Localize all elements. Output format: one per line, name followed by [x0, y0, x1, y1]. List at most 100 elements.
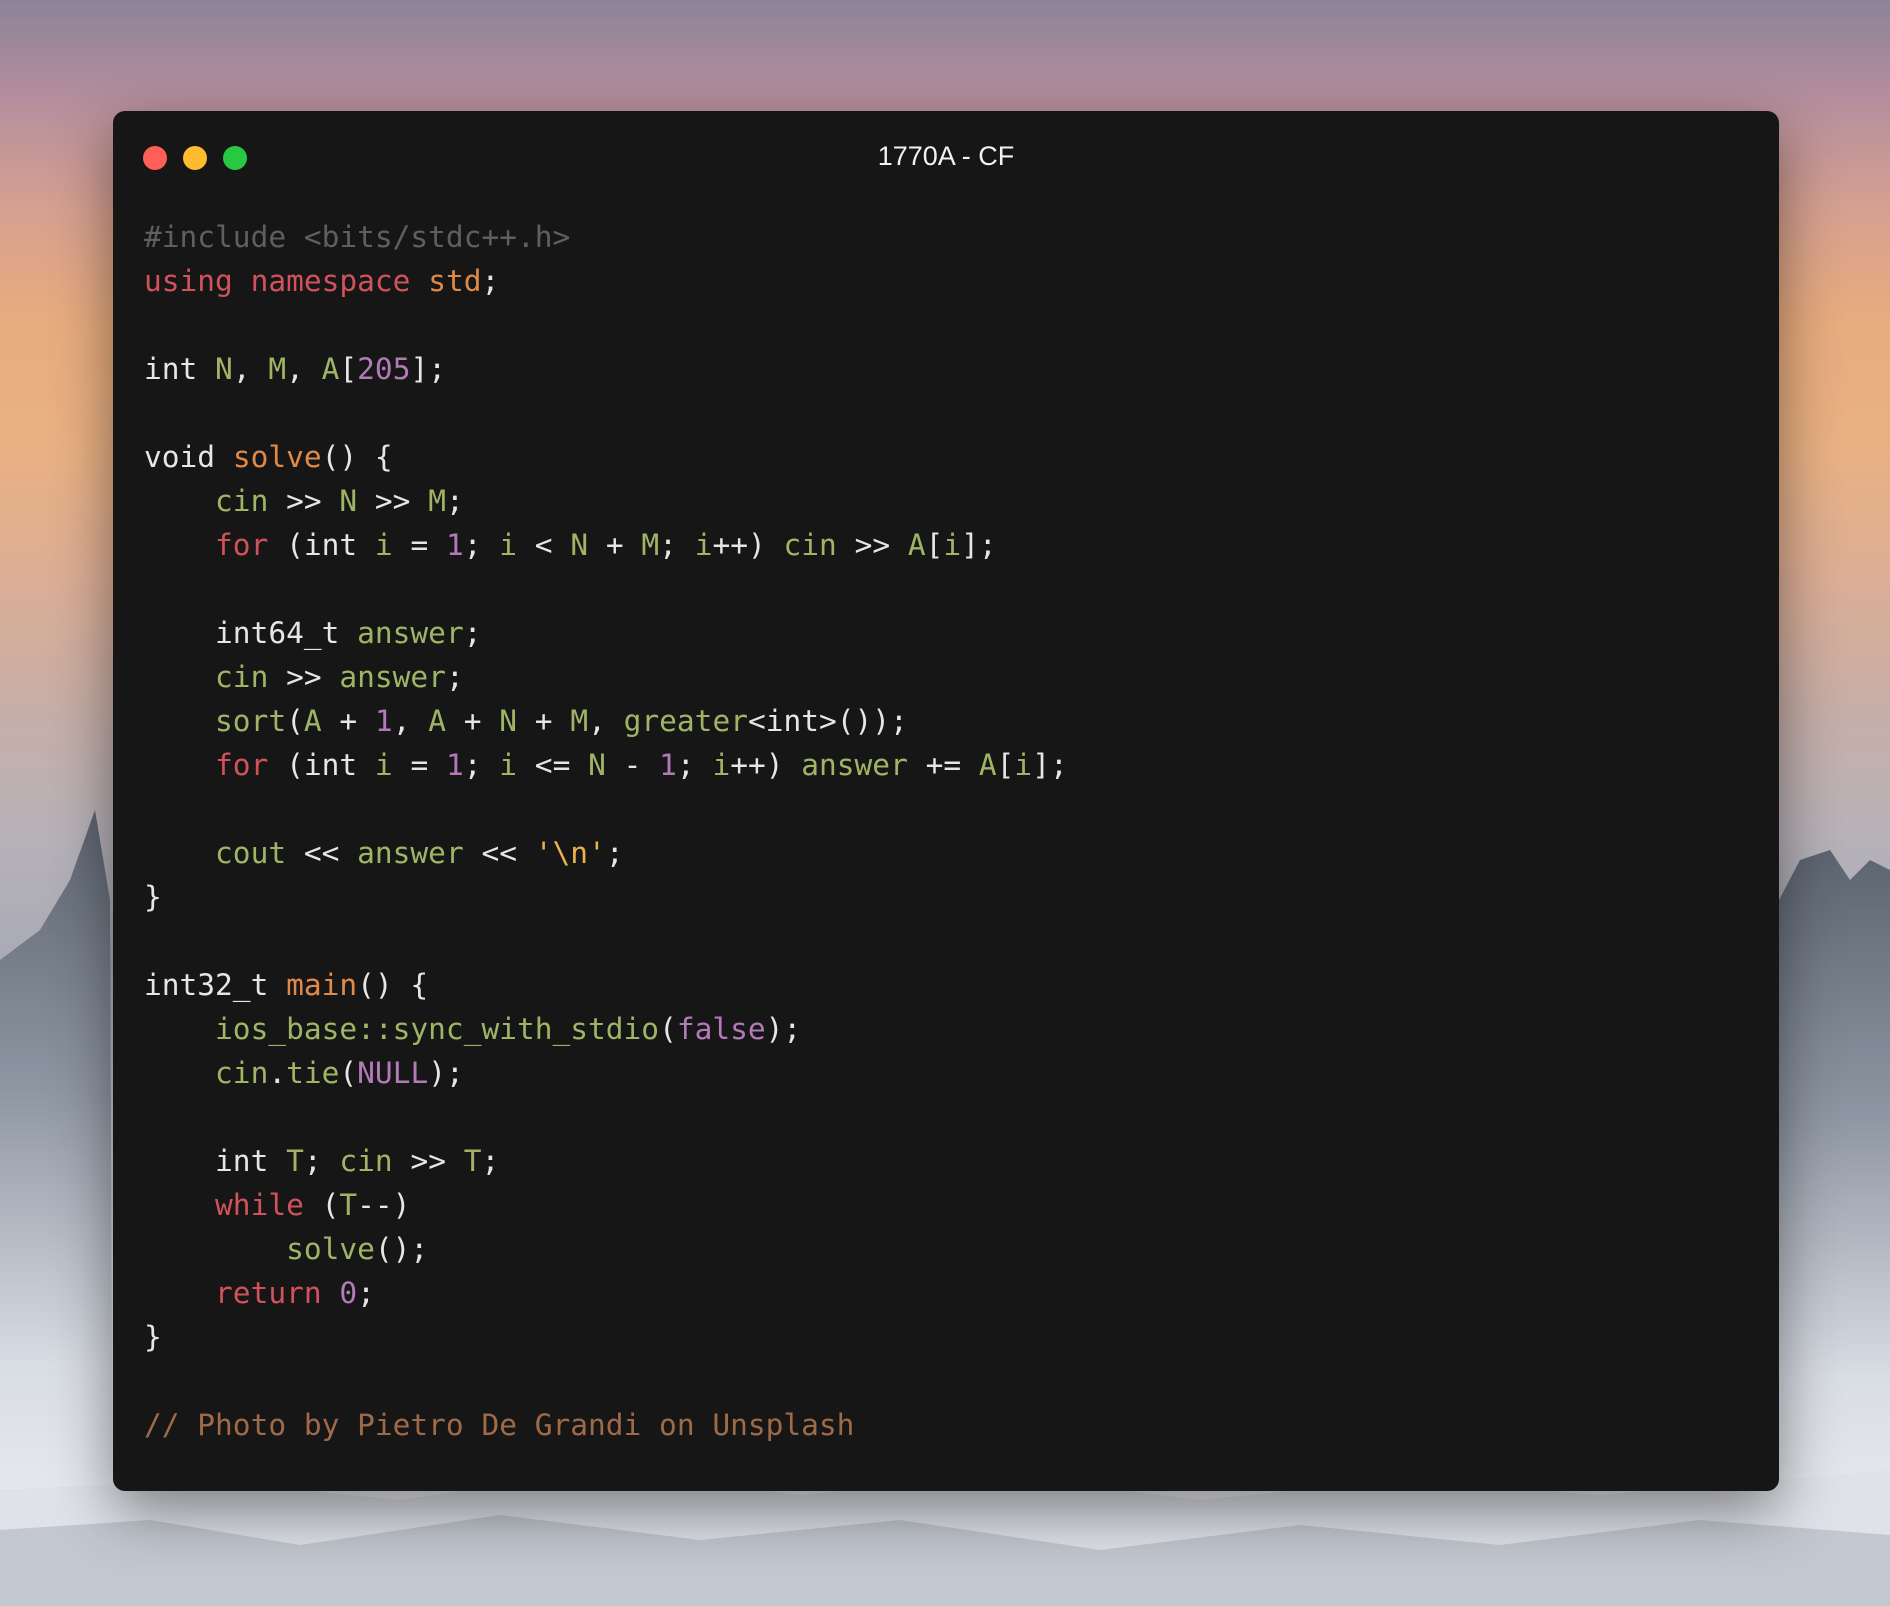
code-token: +=	[907, 748, 979, 782]
code-token: #include <bits/stdc++.h>	[144, 220, 571, 254]
code-token: N	[215, 352, 233, 386]
code-token: cin	[215, 484, 269, 518]
code-token: ;	[463, 616, 482, 650]
code-token: for	[215, 528, 269, 562]
code-token: cout	[215, 836, 287, 870]
code-token: solve	[286, 1232, 375, 1266]
code-token: A	[428, 704, 446, 738]
code-token: (int	[268, 748, 375, 782]
code-token: namespace	[250, 264, 411, 298]
title-bar: 1770A - CF	[113, 111, 1779, 201]
code-token: M	[268, 352, 287, 386]
code-token: i	[1014, 748, 1033, 782]
code-token: i	[499, 528, 518, 562]
code-token: tie	[286, 1056, 340, 1090]
code-token: ;	[445, 660, 464, 694]
code-token: +	[445, 704, 500, 738]
code-token: ;	[481, 264, 500, 298]
code-token: [	[925, 528, 944, 562]
code-token: () {	[357, 968, 429, 1002]
code-token: -	[605, 748, 660, 782]
code-token: ,	[392, 704, 429, 738]
code-token: void	[144, 440, 233, 474]
code-token: +	[517, 704, 571, 738]
code-token: ,	[286, 352, 322, 386]
code-token: ];	[1032, 748, 1068, 782]
code-token: std	[428, 264, 482, 298]
code-token: >>	[268, 660, 340, 694]
code-token: (	[286, 704, 304, 738]
code-token: solve	[232, 440, 322, 474]
code-token: i	[712, 748, 731, 782]
code-token: ;	[463, 528, 500, 562]
code-token: int32_t	[144, 968, 287, 1002]
code-line: #include <bits/stdc++.h>	[144, 215, 1068, 259]
code-token: '\n'	[534, 836, 606, 870]
code-token: () {	[321, 440, 393, 474]
code-token: T	[286, 1144, 304, 1178]
code-token: ,	[588, 704, 624, 738]
code-token: A	[303, 704, 322, 738]
code-token: <int>());	[747, 704, 908, 738]
code-token: A	[907, 528, 926, 562]
code-token: answer	[357, 836, 464, 870]
code-token: cin	[339, 1144, 393, 1178]
code-token: <	[517, 528, 571, 562]
code-token: =	[392, 528, 446, 562]
code-token: );	[765, 1012, 802, 1046]
code-token: int	[144, 352, 216, 386]
code-token: +	[321, 704, 375, 738]
code-token: ios_base::sync_with_stdio	[215, 1012, 660, 1046]
code-token: greater	[623, 704, 748, 738]
code-token: }	[144, 1320, 162, 1354]
code-token: 205	[357, 352, 411, 386]
code-token: (	[303, 1188, 340, 1222]
code-token: T	[339, 1188, 358, 1222]
code-line: }	[144, 875, 1068, 919]
code-token: --)	[357, 1188, 411, 1222]
code-line: sort(A + 1, A + N + M, greater<int>());	[144, 699, 1068, 743]
code-token: >>	[268, 484, 340, 518]
code-line: // Photo by Pietro De Grandi on Unsplash	[144, 1403, 1068, 1447]
code-line: for (int i = 1; i <= N - 1; i++) answer …	[144, 743, 1068, 787]
code-token: (int	[268, 528, 375, 562]
code-token: i	[694, 528, 713, 562]
code-token: return	[215, 1276, 322, 1310]
code-editor[interactable]: #include <bits/stdc++.h> using namespace …	[144, 215, 1068, 1447]
code-token: +	[588, 528, 642, 562]
code-token: T	[463, 1144, 482, 1178]
code-token: ;	[463, 748, 500, 782]
code-token: ;	[659, 528, 695, 562]
code-token: >>	[392, 1144, 464, 1178]
code-token: <<	[286, 836, 358, 870]
code-token: answer	[357, 616, 464, 650]
code-token: 1	[374, 704, 393, 738]
code-line: cin >> answer;	[144, 655, 1068, 699]
code-token: ;	[605, 836, 624, 870]
code-token: A	[978, 748, 997, 782]
code-token: cin	[783, 528, 837, 562]
code-token: NULL	[357, 1056, 429, 1090]
code-line: int64_t answer;	[144, 611, 1068, 655]
code-line: cin.tie(NULL);	[144, 1051, 1068, 1095]
code-token: N	[499, 704, 518, 738]
code-token: i	[374, 528, 393, 562]
code-token: [	[339, 352, 358, 386]
code-line: cout << answer << '\n';	[144, 831, 1068, 875]
code-token: int64_t	[144, 616, 358, 650]
